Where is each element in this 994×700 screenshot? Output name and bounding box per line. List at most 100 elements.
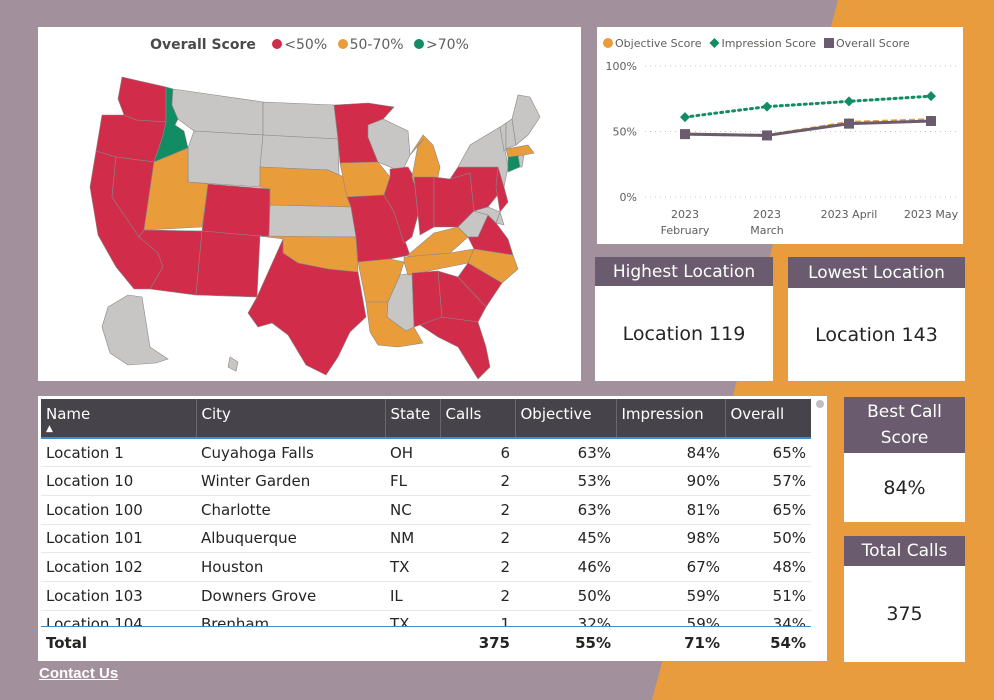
cell-objective: 32%: [515, 610, 616, 626]
column-header-impression[interactable]: Impression: [615, 399, 725, 439]
cell-name: Location 10: [41, 466, 196, 496]
cell-calls: 1: [440, 610, 515, 626]
state-wy[interactable]: [187, 130, 264, 188]
cell-state: OH: [385, 438, 440, 468]
cell-calls: 6: [440, 438, 515, 468]
cell-name: Location 103: [41, 581, 196, 611]
total-calls-card: Total Calls 375: [844, 536, 965, 662]
highest-location-label: Highest Location: [595, 257, 773, 286]
cell-overall: 34%: [725, 610, 811, 626]
us-map: [89, 76, 541, 380]
legend-dot-high-icon: [414, 39, 425, 49]
x-tick-label: 2023: [753, 208, 781, 221]
column-header-name[interactable]: Name ▲: [41, 399, 196, 439]
table-scrollbar[interactable]: [816, 400, 824, 408]
data-point[interactable]: [844, 96, 854, 107]
x-tick-label: February: [661, 224, 710, 237]
column-header-overall[interactable]: Overall: [724, 399, 811, 439]
sort-ascending-icon[interactable]: ▲: [46, 425, 191, 434]
legend-label[interactable]: Impression Score: [721, 37, 816, 50]
legend-dot-low-icon: [272, 39, 283, 49]
cell-objective: 53%: [515, 466, 616, 496]
total-calls: 375: [478, 633, 510, 652]
cell-calls: 2: [440, 581, 515, 611]
cell-impression: 59%: [616, 610, 725, 626]
state-nm[interactable]: [195, 230, 261, 298]
state-me[interactable]: [511, 94, 541, 146]
cell-state: NM: [385, 524, 440, 554]
cell-name: Location 1: [41, 438, 196, 468]
data-point[interactable]: [926, 116, 936, 127]
column-header-name-label: Name: [46, 405, 91, 423]
column-header-city[interactable]: City: [195, 399, 385, 439]
cell-name: Location 101: [41, 524, 196, 554]
cell-state: IL: [385, 581, 440, 611]
cell-objective: 63%: [515, 438, 616, 468]
table-total-row: Total 375 55% 71% 54%: [41, 626, 811, 658]
legend-label[interactable]: Objective Score: [615, 37, 702, 50]
x-tick-label: 2023: [671, 208, 699, 221]
best-call-score-label-line1: Best Call: [867, 402, 942, 422]
data-point[interactable]: [680, 129, 690, 140]
column-header-objective[interactable]: Objective: [514, 399, 616, 439]
table-row[interactable]: Location 1 Cuyahoga Falls OH 6 63% 84% 65%: [41, 438, 811, 468]
data-point[interactable]: [926, 91, 936, 102]
cell-name: Location 100: [41, 495, 196, 525]
cell-state: FL: [385, 466, 440, 496]
best-call-score-label-line2: Score: [880, 428, 929, 448]
x-tick-label: March: [750, 224, 784, 237]
total-calls-value: 375: [886, 603, 923, 625]
data-point[interactable]: [762, 130, 772, 141]
data-point[interactable]: [844, 118, 854, 129]
state-ia[interactable]: [339, 161, 391, 198]
data-point[interactable]: [680, 112, 690, 123]
table-row[interactable]: Location 100 Charlotte NC 2 63% 81% 65%: [41, 495, 811, 525]
state-in[interactable]: [413, 176, 435, 236]
cell-overall: 65%: [725, 495, 811, 525]
table-row[interactable]: Location 103 Downers Grove IL 2 50% 59% 51%: [41, 581, 811, 611]
contact-us-link[interactable]: Contact Us: [39, 665, 118, 682]
cell-overall: 57%: [725, 466, 811, 496]
state-co[interactable]: [201, 183, 271, 238]
state-hi[interactable]: [227, 356, 239, 372]
legend-label[interactable]: Overall Score: [836, 37, 910, 50]
table-row[interactable]: Location 104 Brenham TX 1 32% 59% 34%: [41, 610, 811, 626]
table-row[interactable]: Location 10 Winter Garden FL 2 53% 90% 57%: [41, 466, 811, 496]
table-header-row: Name ▲ City State Calls Objective Impress…: [41, 399, 811, 439]
table-row[interactable]: Location 101 Albuquerque NM 2 45% 98% 50%: [41, 524, 811, 554]
state-mt[interactable]: [171, 88, 264, 136]
legend-circle-icon: [603, 38, 613, 48]
x-tick-label: 2023 April: [821, 208, 878, 221]
state-ak[interactable]: [101, 294, 169, 366]
data-point[interactable]: [762, 101, 772, 112]
state-nd[interactable]: [262, 101, 339, 140]
cell-city: Winter Garden: [196, 466, 385, 496]
best-call-score-value: 84%: [883, 476, 926, 499]
total-label: Total: [46, 633, 87, 652]
state-ks[interactable]: [268, 204, 357, 238]
cell-impression: 90%: [616, 466, 725, 496]
cell-city: Downers Grove: [196, 581, 385, 611]
column-header-state[interactable]: State: [384, 399, 440, 439]
column-header-calls[interactable]: Calls: [439, 399, 515, 439]
cell-calls: 2: [440, 466, 515, 496]
table-scroll-area[interactable]: Name ▲ City State Calls Objective Impress…: [41, 399, 811, 626]
best-call-score-card: Best Call Score 84%: [844, 397, 965, 522]
total-overall: 54%: [770, 633, 806, 652]
map-title: Overall Score: [150, 37, 256, 53]
series-line-overall-score: [684, 119, 932, 137]
cell-city: Brenham: [196, 610, 385, 626]
lowest-location-label: Lowest Location: [788, 257, 965, 288]
cell-impression: 81%: [616, 495, 725, 525]
table-row[interactable]: Location 102 Houston TX 2 46% 67% 48%: [41, 552, 811, 582]
best-call-score-label: Best Call Score: [844, 397, 965, 453]
legend-label-mid: 50-70%: [349, 37, 404, 53]
cell-impression: 67%: [616, 552, 725, 582]
cell-overall: 51%: [725, 581, 811, 611]
cell-objective: 50%: [515, 581, 616, 611]
legend-square-icon: [823, 38, 834, 48]
total-calls-label: Total Calls: [844, 536, 965, 566]
cell-impression: 84%: [616, 438, 725, 468]
cell-calls: 2: [440, 495, 515, 525]
state-fl[interactable]: [419, 316, 491, 380]
